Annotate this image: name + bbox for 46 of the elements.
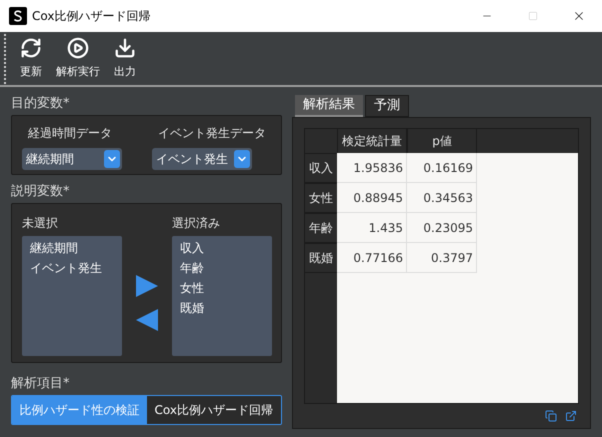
app-logo-icon [9, 7, 27, 25]
table-cell: 1.435 [337, 213, 407, 243]
refresh-icon [20, 36, 42, 59]
maximize-icon [528, 11, 538, 21]
toolbar-button[interactable]: 出力 [112, 36, 138, 80]
move-right-button[interactable] [134, 274, 160, 298]
play-icon [67, 36, 89, 59]
section-title: 解析項目* [11, 375, 70, 393]
toolbar-button[interactable]: 解析実行 [54, 36, 102, 80]
dropdown[interactable]: イベント発生 [152, 148, 252, 170]
left-triangle-icon [134, 308, 160, 332]
list-label: 未選択 [22, 215, 59, 232]
section-title: 目的変数* [11, 95, 70, 113]
download-icon [114, 36, 136, 59]
table-cell: 0.88945 [337, 183, 407, 213]
chevron-down-icon [104, 150, 120, 168]
copy-icon[interactable] [545, 410, 557, 422]
external-link-icon[interactable] [565, 410, 577, 422]
chevron-down-icon [234, 150, 250, 168]
right-triangle-icon [134, 274, 160, 298]
tab[interactable]: 予測 [365, 95, 409, 117]
list-item[interactable]: イベント発生 [30, 258, 114, 278]
segment-option[interactable]: Cox比例ハザード回帰 [146, 396, 281, 424]
dropdown[interactable]: 継続期間 [22, 148, 122, 170]
section-title: 説明変数* [11, 183, 70, 201]
table-cell: 0.3797 [407, 243, 477, 273]
list-label: 選択済み [172, 215, 221, 232]
list-item[interactable]: 既婚 [180, 298, 264, 318]
toolbar-button[interactable]: 更新 [18, 36, 44, 80]
grip-handle[interactable] [4, 34, 6, 84]
list-item[interactable]: 女性 [180, 278, 264, 298]
table-cell: 1.95836 [337, 153, 407, 183]
list-item[interactable]: 年齢 [180, 258, 264, 278]
move-left-button[interactable] [134, 308, 160, 332]
list-box[interactable]: 継続期間 イベント発生 [22, 236, 122, 356]
table-cell: 0.34563 [407, 183, 477, 213]
tab[interactable]: 解析結果 [295, 95, 363, 117]
window-title: Cox比例ハザード回帰 [32, 8, 150, 25]
field-label: 経過時間データ [27, 125, 113, 142]
table-cell: 0.77166 [337, 243, 407, 273]
list-item[interactable]: 収入 [180, 238, 264, 258]
list-box[interactable]: 収入 年齢 女性 既婚 [172, 236, 272, 356]
field-label: イベント発生データ [157, 125, 266, 142]
list-item[interactable]: 継続期間 [30, 238, 114, 258]
table-cell: 0.23095 [407, 213, 477, 243]
table-cell: 0.16169 [407, 153, 477, 183]
